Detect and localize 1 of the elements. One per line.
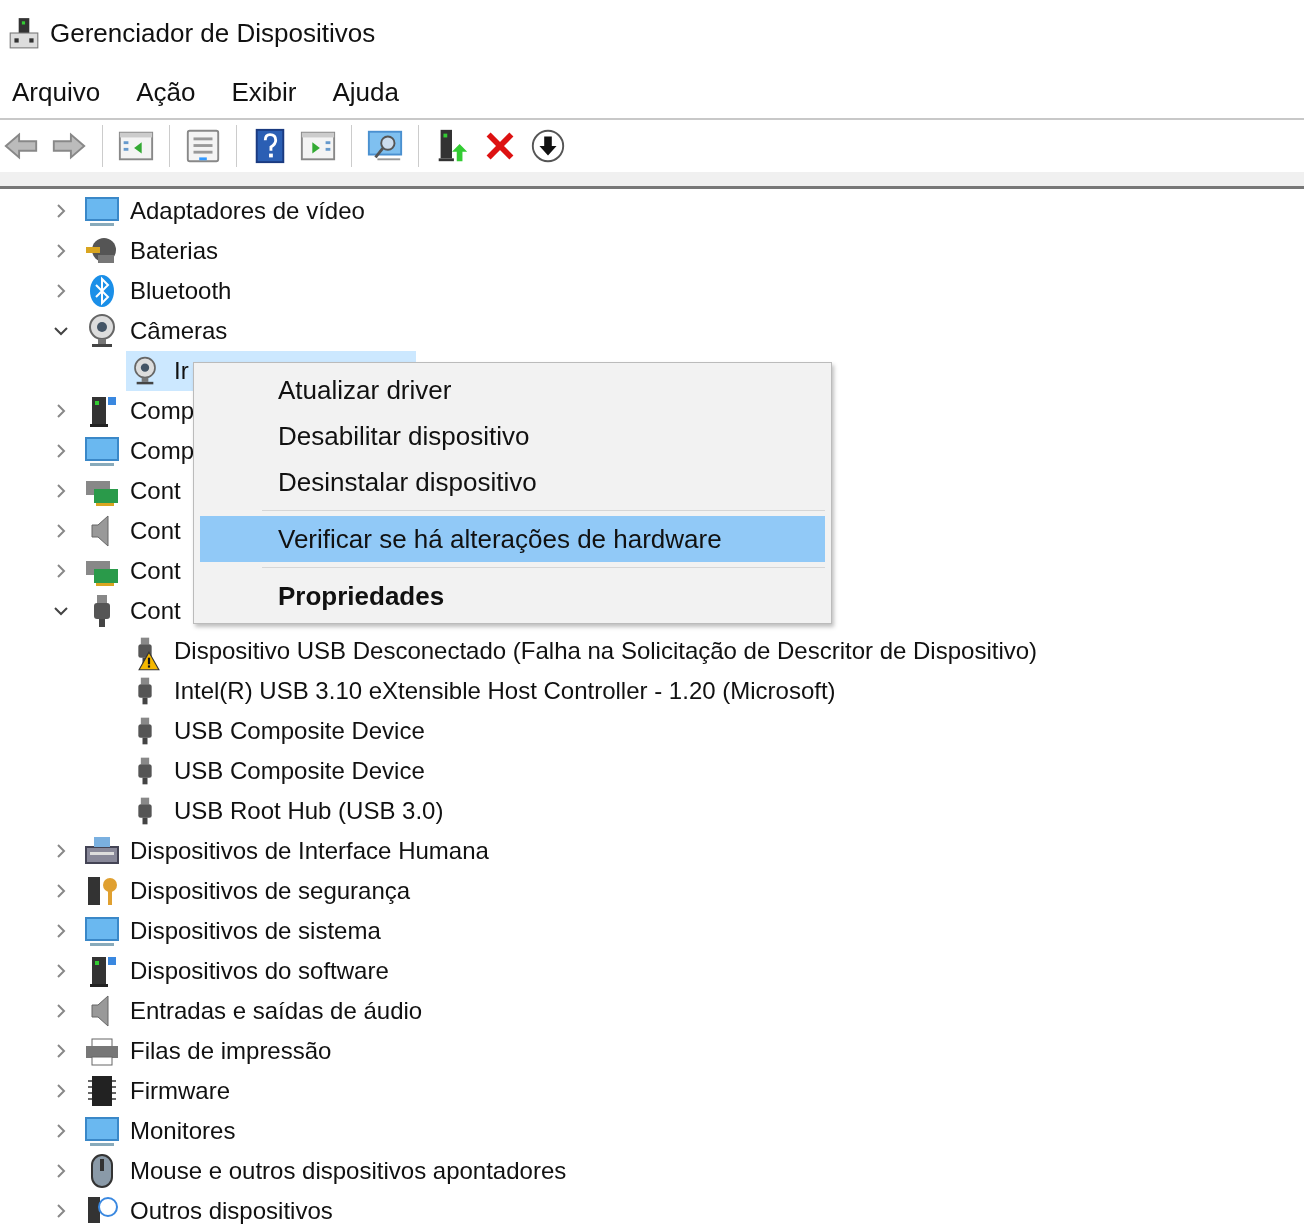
window-title: Gerenciador de Dispositivos <box>50 17 376 49</box>
